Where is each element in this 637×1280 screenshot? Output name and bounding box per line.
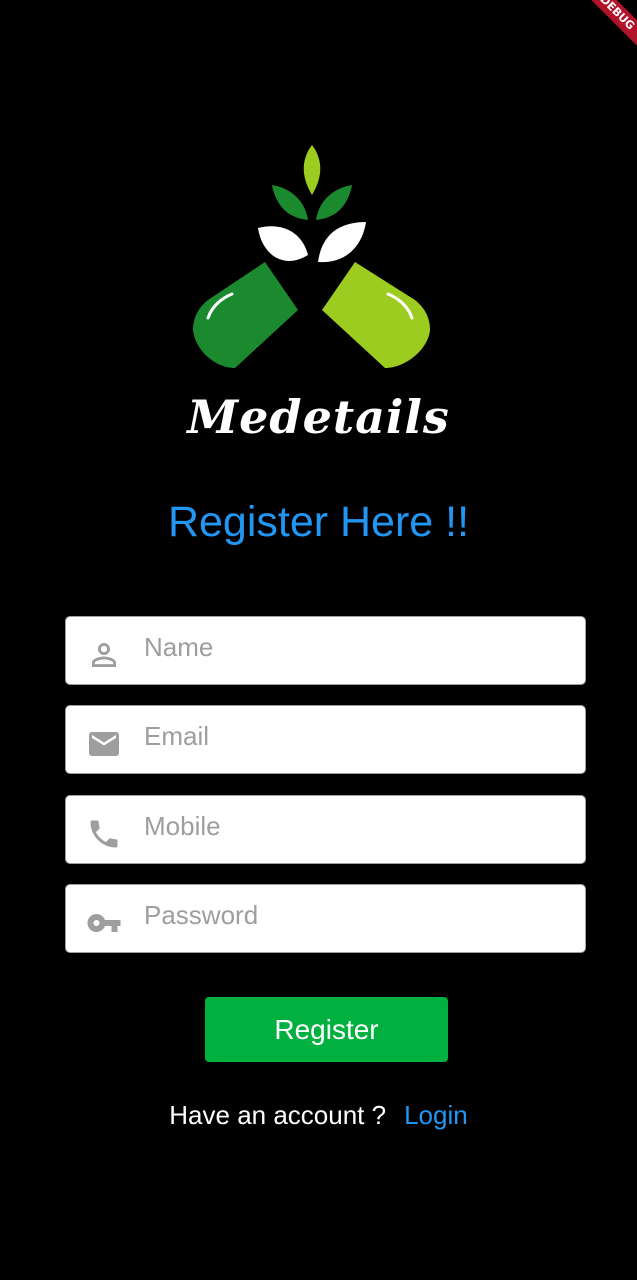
password-input[interactable] bbox=[144, 885, 564, 945]
name-input[interactable] bbox=[144, 617, 564, 677]
name-field[interactable] bbox=[65, 616, 586, 685]
medetails-logo bbox=[193, 145, 430, 368]
person-icon bbox=[92, 643, 116, 667]
debug-banner: DEBUG bbox=[577, 0, 637, 60]
email-input[interactable] bbox=[144, 706, 564, 766]
mail-icon bbox=[89, 732, 119, 756]
login-link[interactable]: Login bbox=[404, 1100, 468, 1130]
phone-icon bbox=[90, 820, 118, 848]
email-field[interactable] bbox=[65, 705, 586, 774]
login-prompt-row: Have an account ? Login bbox=[0, 1100, 637, 1131]
register-button[interactable]: Register bbox=[205, 997, 448, 1062]
password-field[interactable] bbox=[65, 884, 586, 953]
page-title: Register Here !! bbox=[167, 498, 470, 546]
key-icon bbox=[87, 914, 121, 932]
login-prompt-text: Have an account ? bbox=[169, 1100, 387, 1130]
mobile-input[interactable] bbox=[144, 796, 564, 856]
brand-name: Medetails bbox=[187, 390, 450, 444]
debug-banner-label: DEBUG bbox=[577, 0, 637, 60]
mobile-field[interactable] bbox=[65, 795, 586, 864]
